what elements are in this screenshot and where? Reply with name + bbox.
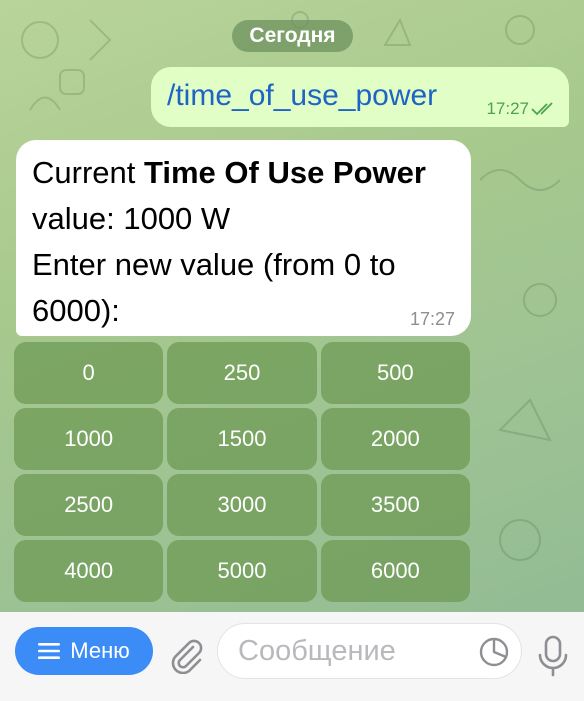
message-text-intro: Current	[32, 155, 144, 190]
microphone-icon[interactable]	[535, 634, 571, 678]
keyboard-button-1000[interactable]: 1000	[14, 408, 164, 470]
menu-button[interactable]: Меню	[15, 627, 153, 675]
keyboard-button-500[interactable]: 500	[320, 342, 470, 404]
inline-keyboard: 0 250 500 1000 1500 2000 2500 3000 3500 …	[14, 342, 470, 602]
keyboard-button-2000[interactable]: 2000	[320, 408, 470, 470]
message-text-value: value: 1000 W	[32, 201, 231, 236]
double-check-icon	[531, 102, 553, 116]
keyboard-button-3500[interactable]: 3500	[320, 474, 470, 536]
message-meta: 17:27	[486, 99, 557, 119]
message-text-bold: Time Of Use Power	[143, 155, 426, 190]
outgoing-message[interactable]: /time_of_use_power 17:27	[151, 67, 569, 127]
keyboard-button-0[interactable]: 0	[14, 342, 164, 404]
message-input[interactable]	[238, 634, 468, 668]
command-link[interactable]: /time_of_use_power	[167, 79, 437, 112]
date-divider: Сегодня	[232, 20, 353, 52]
message-time: 17:27	[409, 309, 455, 329]
incoming-message: Current Time Of Use Power value: 1000 W …	[16, 140, 471, 336]
message-time: 17:27	[486, 99, 529, 118]
message-text-prompt: Enter new value (from 0 to 6000):	[32, 247, 396, 328]
keyboard-button-6000[interactable]: 6000	[320, 540, 470, 602]
menu-lines-icon	[38, 643, 61, 659]
keyboard-button-2500[interactable]: 2500	[14, 474, 164, 536]
message-field[interactable]	[217, 623, 522, 679]
keyboard-button-5000[interactable]: 5000	[167, 540, 317, 602]
menu-button-label: Меню	[70, 638, 130, 663]
keyboard-button-3000[interactable]: 3000	[167, 474, 317, 536]
attach-clip-icon[interactable]	[166, 634, 206, 674]
message-input-bar: Меню	[0, 612, 584, 701]
sticker-icon[interactable]	[479, 637, 509, 667]
message-text: Current Time Of Use Power value: 1000 W …	[32, 150, 457, 334]
keyboard-button-4000[interactable]: 4000	[14, 540, 164, 602]
keyboard-button-250[interactable]: 250	[167, 342, 317, 404]
keyboard-button-1500[interactable]: 1500	[167, 408, 317, 470]
